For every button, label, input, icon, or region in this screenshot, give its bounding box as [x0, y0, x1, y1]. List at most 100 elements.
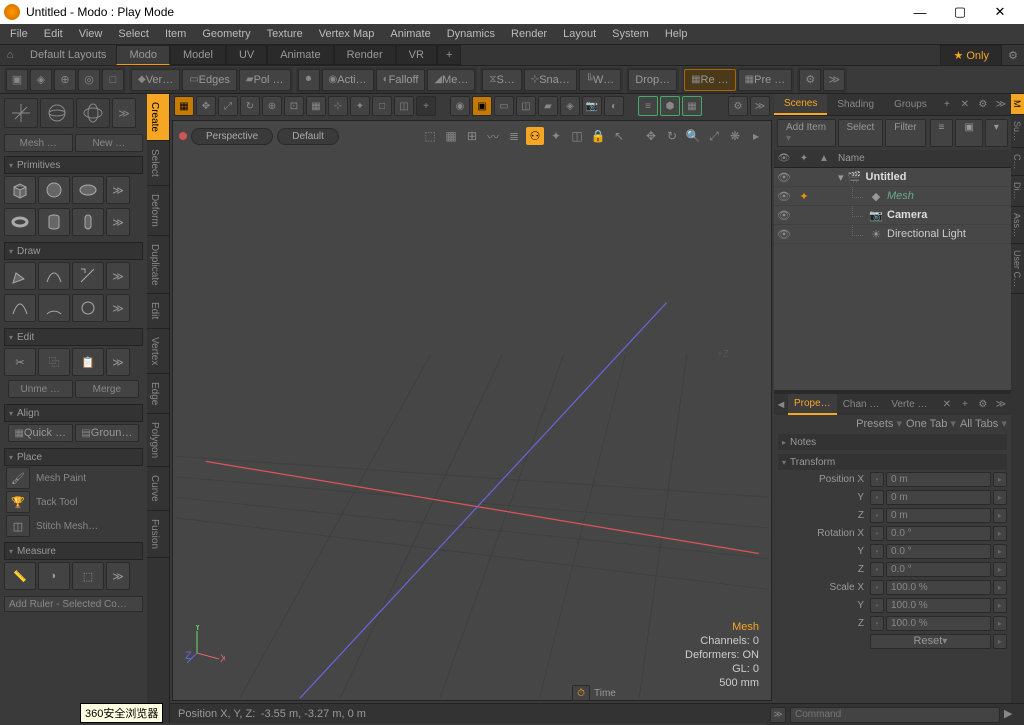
sphere-icon[interactable] [38, 176, 70, 204]
tab-modo[interactable]: Modo [116, 45, 170, 65]
section-align[interactable]: Align [4, 404, 143, 422]
keyframe-icon[interactable]: • [870, 490, 884, 505]
input-scale-y[interactable]: 100.0 % [886, 598, 991, 613]
eye-toggle[interactable]: 👁 [774, 209, 794, 222]
minimize-button[interactable]: — [900, 0, 940, 24]
ruler-icon[interactable]: 📏 [4, 562, 36, 590]
section-measure[interactable]: Measure [4, 542, 143, 560]
vp-shade-icon[interactable]: ⬢ [660, 96, 680, 116]
vp-items-icon[interactable]: ▣ [472, 96, 492, 116]
cmd-expand-icon[interactable]: ≫ [770, 707, 786, 723]
sidetab-select[interactable]: Select [147, 141, 169, 186]
menu-select[interactable]: Select [110, 25, 157, 43]
eye-column-icon[interactable]: 👁 [774, 153, 794, 164]
torus-icon[interactable] [4, 208, 36, 236]
more-ribbon-icon[interactable]: ≫ [823, 69, 845, 91]
paste-icon[interactable]: 📋 [72, 348, 104, 376]
vp-grid2-icon[interactable]: ▦ [442, 127, 460, 145]
vp-pan-icon[interactable]: ⊕ [262, 96, 282, 116]
vp-wire-icon[interactable]: ≡ [638, 96, 658, 116]
vp-record-icon[interactable] [179, 132, 187, 140]
new-dropdown[interactable]: New … [75, 134, 144, 152]
vp-star-icon[interactable]: ✦ [547, 127, 565, 145]
keyframe-icon[interactable]: • [870, 544, 884, 559]
pin-column-icon[interactable]: ✦ [794, 153, 814, 164]
vp-layout-icon[interactable]: ▦ [174, 96, 194, 116]
more-primitives-1-icon[interactable]: ≫ [106, 176, 130, 204]
more-primitives-2-icon[interactable]: ≫ [106, 208, 130, 236]
vp-poly-icon[interactable]: ▰ [538, 96, 558, 116]
tack-tool-item[interactable]: 🏆Tack Tool [4, 490, 143, 514]
action-button[interactable]: ◉ Acti… [322, 69, 374, 91]
rst-user[interactable]: User C… [1011, 244, 1024, 294]
ground-button[interactable]: ▤ Groun… [75, 424, 140, 442]
rst-su[interactable]: Su… [1011, 115, 1024, 148]
more-draw-2-icon[interactable]: ≫ [106, 294, 130, 322]
curve-icon[interactable] [38, 262, 70, 290]
more-edit-icon[interactable]: ≫ [106, 348, 130, 376]
select-pivot-icon[interactable]: ⊕ [54, 69, 76, 91]
record-icon[interactable]: ⏺ [298, 69, 320, 91]
mesh-dropdown[interactable]: Mesh … [4, 134, 73, 152]
close-button[interactable]: ✕ [980, 0, 1020, 24]
section-notes[interactable]: Notes [778, 434, 1007, 450]
snapping-button[interactable]: ⊹ Sna… [524, 69, 577, 91]
menu-view[interactable]: View [71, 25, 111, 43]
quick-align-button[interactable]: ▦ Quick … [8, 424, 73, 442]
menu-vertex-map[interactable]: Vertex Map [311, 25, 383, 43]
capsule-icon[interactable] [72, 208, 104, 236]
input-rotation-x[interactable]: 0.0 ° [886, 526, 991, 541]
vp-gear-icon[interactable]: ⚙ [728, 96, 748, 116]
play-icon[interactable]: ▶ [1004, 707, 1020, 723]
list-mode-icon[interactable]: ≡ [930, 119, 954, 147]
circle-draw-icon[interactable] [72, 294, 104, 322]
tab-vertex-maps[interactable]: Verte … [885, 395, 933, 414]
edges-button[interactable]: ▭ Edges [182, 69, 237, 91]
vp-nav-zoom-icon[interactable]: 🔍 [684, 127, 702, 145]
tree-menu-icon[interactable]: ▾ [985, 119, 1008, 147]
vp-nav-menu-icon[interactable]: ▸ [747, 127, 765, 145]
onetab-dropdown[interactable]: One Tab [906, 417, 956, 430]
menu-render[interactable]: Render [503, 25, 555, 43]
tree-mesh[interactable]: Mesh [887, 190, 914, 202]
stepper-icon[interactable]: ▸ [993, 472, 1007, 487]
reset-dropdown[interactable]: Reset ▾ [870, 634, 991, 649]
scenes-more-icon[interactable]: ≫ [993, 97, 1009, 113]
gear-icon[interactable]: ⚙ [1002, 49, 1024, 62]
vp-edge-icon[interactable]: ◫ [516, 96, 536, 116]
name-column[interactable]: Name [834, 153, 1011, 164]
keyframe-icon[interactable]: • [870, 580, 884, 595]
sidetab-deform[interactable]: Deform [147, 186, 169, 236]
add-item-dropdown[interactable]: Add Item [777, 119, 836, 147]
menu-file[interactable]: File [2, 25, 36, 43]
workplane-button[interactable]: ╚ W… [579, 69, 621, 91]
select-button[interactable]: Select [838, 119, 884, 147]
eye-toggle[interactable]: 👁 [774, 171, 794, 184]
maximize-button[interactable]: ▢ [940, 0, 980, 24]
vp-nav-rotate-icon[interactable]: ↻ [663, 127, 681, 145]
section-edit[interactable]: Edit [4, 328, 143, 346]
vp-mat-icon[interactable]: ◈ [560, 96, 580, 116]
stepper-icon[interactable]: ▸ [993, 634, 1007, 649]
tab-properties[interactable]: Prope… [788, 394, 837, 415]
render-button[interactable]: ▦ Re … [684, 69, 736, 91]
vp-shading-dropdown[interactable]: Default [277, 128, 339, 145]
keyframe-icon[interactable]: • [870, 508, 884, 523]
tree-collapse-icon[interactable]: ▣ [955, 119, 982, 147]
menu-help[interactable]: Help [657, 25, 696, 43]
menu-edit[interactable]: Edit [36, 25, 71, 43]
keyframe-icon[interactable]: • [870, 472, 884, 487]
menu-texture[interactable]: Texture [259, 25, 311, 43]
stepper-icon[interactable]: ▸ [993, 544, 1007, 559]
stepper-icon[interactable]: ▸ [993, 598, 1007, 613]
vp-lasso-icon[interactable]: ◉ [450, 96, 470, 116]
menu-system[interactable]: System [604, 25, 657, 43]
input-position-z[interactable]: 0 m [886, 508, 991, 523]
vp-snap-icon[interactable]: ⊹ [328, 96, 348, 116]
vp-cam-icon[interactable]: 📷 [582, 96, 602, 116]
filter-button[interactable]: Filter [885, 119, 925, 147]
tab-uv[interactable]: UV [226, 45, 267, 65]
mesh-paint-item[interactable]: 🖌Mesh Paint [4, 466, 143, 490]
rst-c[interactable]: C… [1011, 148, 1024, 177]
copy-icon[interactable]: ⿻ [38, 348, 70, 376]
